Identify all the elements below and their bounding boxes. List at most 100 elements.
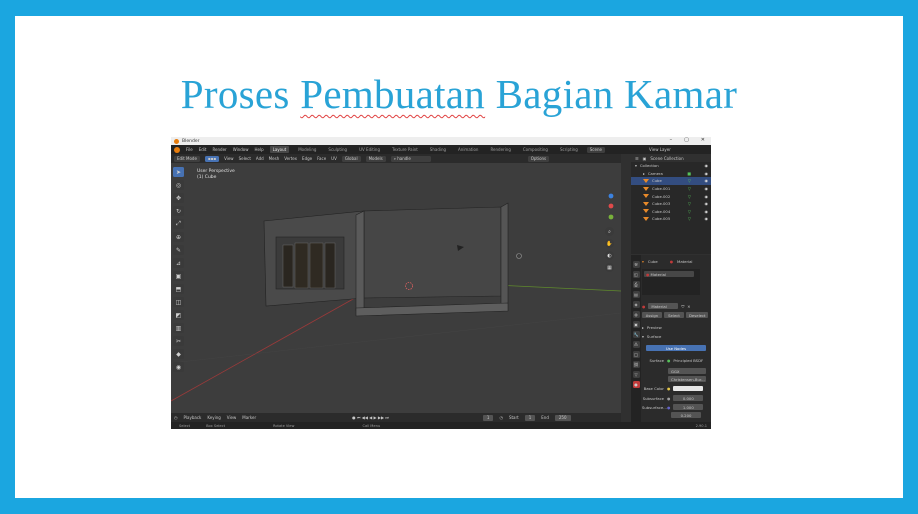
- base-color-swatch[interactable]: [673, 386, 704, 391]
- menu-face[interactable]: Face: [317, 156, 326, 161]
- transform-orientation[interactable]: Global: [341, 155, 361, 162]
- outliner-filter-icon[interactable]: ☰: [635, 156, 639, 161]
- select-mode-buttons[interactable]: ▪▪▪: [204, 155, 220, 162]
- tool-tab-icon[interactable]: ⚒: [632, 261, 640, 268]
- subsurface-radius-x-field[interactable]: 1.000: [673, 404, 704, 410]
- spin-tool-icon[interactable]: ◉: [173, 362, 184, 372]
- select-tool-icon[interactable]: ➤: [173, 167, 184, 177]
- menu-select[interactable]: Select: [239, 156, 251, 161]
- search-field[interactable]: ⌕ handle: [390, 155, 431, 162]
- menu-edit[interactable]: Edit: [199, 147, 207, 152]
- subsurface-method-dropdown[interactable]: Christensen-Bur...: [668, 376, 706, 382]
- end-frame-field[interactable]: 250: [554, 414, 571, 421]
- material-slot-list[interactable]: ● Material: [642, 269, 700, 295]
- zoom-icon[interactable]: ⌕: [605, 227, 614, 236]
- menu-uv[interactable]: UV: [331, 156, 337, 161]
- eye-icon[interactable]: ◉: [705, 201, 709, 206]
- 3d-viewport[interactable]: User Perspective (1) Cube ⌕ ✋ ◐ ▦: [171, 163, 622, 413]
- rotate-tool-icon[interactable]: ↻: [173, 206, 184, 216]
- menu-view[interactable]: View: [224, 156, 234, 161]
- menu-marker[interactable]: Marker: [242, 415, 256, 420]
- playback-controls[interactable]: ● ⏮ ◀◀ ◀ ▶ ▶▶ ⏭: [352, 415, 389, 420]
- menu-playback[interactable]: Playback: [184, 415, 202, 420]
- scene-selector[interactable]: Scene: [586, 146, 605, 153]
- maximize-button[interactable]: ▢: [684, 137, 689, 143]
- outliner-item[interactable]: ▾ Collection ◉: [631, 162, 711, 170]
- unlink-icon[interactable]: ✕: [687, 304, 690, 309]
- blender-menu-icon[interactable]: [174, 146, 180, 153]
- camera-view-icon[interactable]: ◐: [605, 251, 614, 260]
- tab-rendering[interactable]: Rendering: [487, 146, 513, 153]
- tab-uv-editing[interactable]: UV Editing: [356, 146, 383, 153]
- outliner-item[interactable]: Cube ▽ ◉: [631, 177, 711, 185]
- render-tab-icon[interactable]: ◱: [632, 271, 640, 278]
- physics-tab-icon[interactable]: ◯: [632, 351, 640, 358]
- menu-edge[interactable]: Edge: [302, 156, 312, 161]
- annotate-tool-icon[interactable]: ✎: [173, 245, 184, 255]
- view-layer-selector[interactable]: View Layer: [649, 147, 671, 152]
- data-tab-icon[interactable]: ▽: [632, 371, 640, 378]
- start-frame-field[interactable]: 1: [524, 414, 536, 421]
- add-cube-tool-icon[interactable]: ▣: [173, 271, 184, 281]
- measure-tool-icon[interactable]: ⊿: [173, 258, 184, 268]
- grid-view-icon[interactable]: ▦: [605, 263, 614, 272]
- outliner-item[interactable]: Cube.005 ▽ ◉: [631, 215, 711, 223]
- deselect-button[interactable]: Deselect: [686, 312, 708, 318]
- tab-animation[interactable]: Animation: [455, 146, 481, 153]
- distribution-dropdown[interactable]: GGX: [668, 368, 706, 374]
- close-button[interactable]: ✕: [701, 137, 705, 143]
- cursor-tool-icon[interactable]: ◎: [173, 180, 184, 190]
- menu-window[interactable]: Window: [233, 147, 249, 152]
- output-tab-icon[interactable]: ⎙: [632, 281, 640, 288]
- outliner-item[interactable]: Cube.003 ▽ ◉: [631, 200, 711, 208]
- pan-hand-icon[interactable]: ✋: [605, 239, 614, 248]
- select-button[interactable]: Select: [664, 312, 684, 318]
- constraints-tab-icon[interactable]: ⛓: [632, 361, 640, 368]
- fake-user-icon[interactable]: ⛉: [681, 304, 684, 309]
- eye-icon[interactable]: ◉: [705, 163, 709, 168]
- menu-add[interactable]: Add: [256, 156, 264, 161]
- surface-section[interactable]: ▾ Surface: [642, 334, 710, 339]
- outliner-item[interactable]: Cube.002 ▽ ◉: [631, 192, 711, 200]
- menu-file[interactable]: File: [186, 147, 193, 152]
- object-tab-icon[interactable]: ▣: [632, 321, 640, 328]
- tab-modeling[interactable]: Modeling: [295, 146, 319, 153]
- tab-scripting[interactable]: Scripting: [557, 146, 581, 153]
- tab-shading[interactable]: Shading: [427, 146, 449, 153]
- tab-compositing[interactable]: Compositing: [520, 146, 551, 153]
- menu-keying[interactable]: Keying: [207, 415, 220, 420]
- eye-icon[interactable]: ◉: [705, 216, 709, 221]
- menu-render[interactable]: Render: [212, 147, 226, 152]
- mode-selector[interactable]: Edit Mode: [174, 155, 200, 162]
- menu-vertex[interactable]: Vertex: [284, 156, 297, 161]
- gizmo-y-icon[interactable]: [608, 214, 614, 220]
- extrude-tool-icon[interactable]: ⬒: [173, 284, 184, 294]
- material-slot-item[interactable]: ● Material: [644, 271, 694, 277]
- outliner-item[interactable]: ▸ Camera ■ ◉: [631, 170, 711, 178]
- material-browse-icon[interactable]: ●: [642, 304, 645, 309]
- eye-icon[interactable]: ◉: [705, 171, 709, 176]
- outliner-item[interactable]: Cube.001 ▽ ◉: [631, 185, 711, 193]
- subsurface-field[interactable]: 0.000: [673, 395, 704, 401]
- scale-tool-icon[interactable]: ⤢: [173, 219, 184, 229]
- material-name-field[interactable]: Material: [648, 303, 679, 309]
- loop-cut-tool-icon[interactable]: ▥: [173, 323, 184, 333]
- modifier-tab-icon[interactable]: 🔧: [632, 331, 640, 338]
- use-nodes-button[interactable]: Use Nodes: [646, 345, 706, 351]
- particles-tab-icon[interactable]: ⁂: [632, 341, 640, 348]
- menu-mesh[interactable]: Mesh: [269, 156, 280, 161]
- menu-help[interactable]: Help: [254, 147, 263, 152]
- eye-icon[interactable]: ◉: [705, 194, 709, 199]
- view-layer-tab-icon[interactable]: ▤: [632, 291, 640, 298]
- transform-tool-icon[interactable]: ⊕: [173, 232, 184, 242]
- outliner-item[interactable]: Cube.004 ▽ ◉: [631, 208, 711, 216]
- timeline-editor-icon[interactable]: ◷: [174, 415, 178, 420]
- knife-tool-icon[interactable]: ✂: [173, 336, 184, 346]
- bevel-tool-icon[interactable]: ◩: [173, 310, 184, 320]
- material-tab-icon[interactable]: ●: [632, 381, 640, 388]
- world-tab-icon[interactable]: ◍: [632, 311, 640, 318]
- gizmo-x-icon[interactable]: [608, 203, 614, 209]
- scene-tab-icon[interactable]: ◈: [632, 301, 640, 308]
- minimize-button[interactable]: –: [670, 137, 673, 143]
- inset-tool-icon[interactable]: ◫: [173, 297, 184, 307]
